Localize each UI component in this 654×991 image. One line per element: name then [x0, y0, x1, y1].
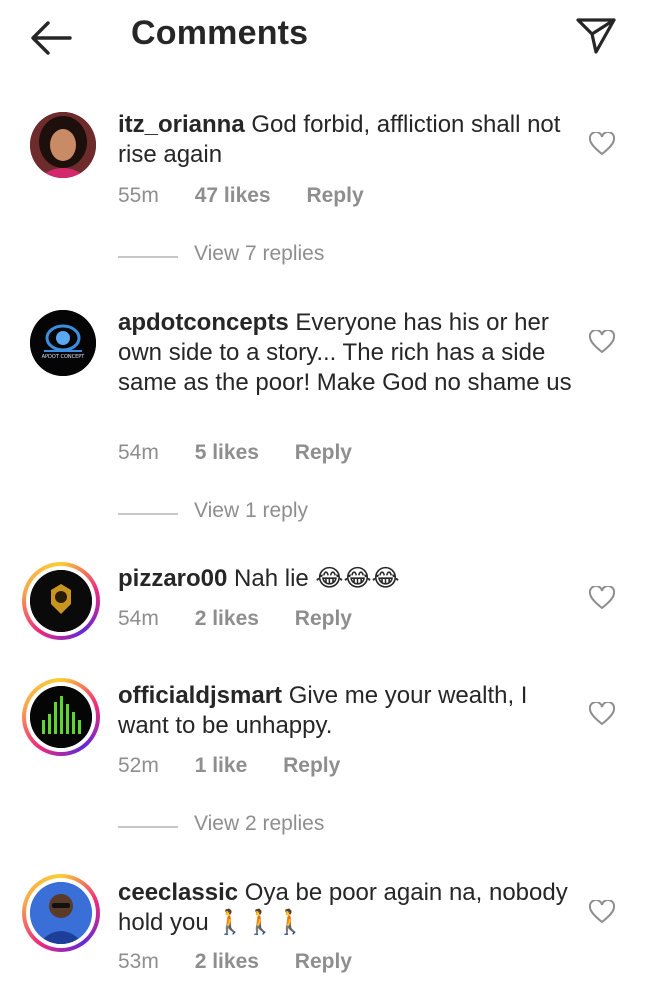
back-arrow-icon[interactable] — [28, 18, 74, 58]
reply-button[interactable]: Reply — [295, 441, 352, 464]
reply-button[interactable]: Reply — [306, 184, 363, 207]
reply-button[interactable]: Reply — [295, 607, 352, 630]
comment-likes[interactable]: 5 likes — [195, 441, 259, 464]
like-heart-icon[interactable] — [589, 702, 615, 726]
comment-likes[interactable]: 2 likes — [195, 607, 259, 630]
comment-meta: 54m 2 likes Reply — [118, 607, 382, 631]
comment-text: apdotconcepts Everyone has his or her ow… — [118, 308, 578, 398]
comment-meta: 53m 2 likes Reply — [118, 950, 382, 974]
send-icon[interactable] — [574, 16, 618, 56]
avatar-image — [30, 882, 92, 944]
like-heart-icon[interactable] — [589, 900, 615, 924]
replies-divider — [118, 826, 178, 828]
comment-meta: 54m 5 likes Reply — [118, 441, 382, 465]
comment-username[interactable]: itz_orianna — [118, 111, 245, 138]
like-heart-icon[interactable] — [589, 132, 615, 156]
avatar-image — [30, 686, 92, 748]
comment-likes[interactable]: 47 likes — [195, 184, 271, 207]
replies-divider — [118, 256, 178, 258]
comment-likes[interactable]: 1 like — [195, 754, 248, 777]
comment-username[interactable]: pizzaro00 — [118, 565, 227, 592]
svg-text:APDOT CONCEPT: APDOT CONCEPT — [42, 354, 86, 360]
avatar — [30, 686, 92, 748]
comments-header: Comments — [0, 0, 654, 80]
story-ring[interactable] — [22, 678, 100, 756]
comment-time: 52m — [118, 754, 159, 777]
reply-button[interactable]: Reply — [283, 754, 340, 777]
comment-time: 54m — [118, 441, 159, 464]
avatar — [30, 882, 92, 944]
avatar[interactable]: APDOT CONCEPT — [30, 310, 96, 376]
comment-meta: 52m 1 like Reply — [118, 754, 370, 778]
view-replies-label[interactable]: View 2 replies — [194, 812, 324, 836]
comment-text: itz_orianna God forbid, affliction shall… — [118, 110, 578, 170]
page-title: Comments — [131, 14, 309, 52]
view-replies-label[interactable]: View 7 replies — [194, 242, 324, 266]
comment-likes[interactable]: 2 likes — [195, 950, 259, 973]
like-heart-icon[interactable] — [589, 330, 615, 354]
reply-button[interactable]: Reply — [295, 950, 352, 973]
comment-time: 53m — [118, 950, 159, 973]
avatar-image: APDOT CONCEPT — [30, 310, 96, 376]
comment-username[interactable]: officialdjsmart — [118, 682, 282, 709]
avatar-image — [30, 112, 96, 178]
avatar-image — [30, 570, 92, 632]
view-replies-label[interactable]: View 1 reply — [194, 499, 308, 523]
comment-text: pizzaro00 Nah lie 😂😂😂 — [118, 564, 578, 594]
comment-username[interactable]: ceeclassic — [118, 879, 238, 906]
comment-text: officialdjsmart Give me your wealth, I w… — [118, 681, 578, 741]
avatar[interactable] — [30, 112, 96, 178]
replies-divider — [118, 513, 178, 515]
story-ring[interactable] — [22, 562, 100, 640]
avatar — [30, 570, 92, 632]
story-ring[interactable] — [22, 874, 100, 952]
comment-username[interactable]: apdotconcepts — [118, 309, 289, 336]
comment-meta: 55m 47 likes Reply — [118, 184, 394, 208]
comment-time: 54m — [118, 607, 159, 630]
comment-time: 55m — [118, 184, 159, 207]
like-heart-icon[interactable] — [589, 586, 615, 610]
comment-text: ceeclassic Oya be poor again na, nobody … — [118, 878, 578, 938]
comment-body: Nah lie 😂😂😂 — [234, 565, 400, 592]
